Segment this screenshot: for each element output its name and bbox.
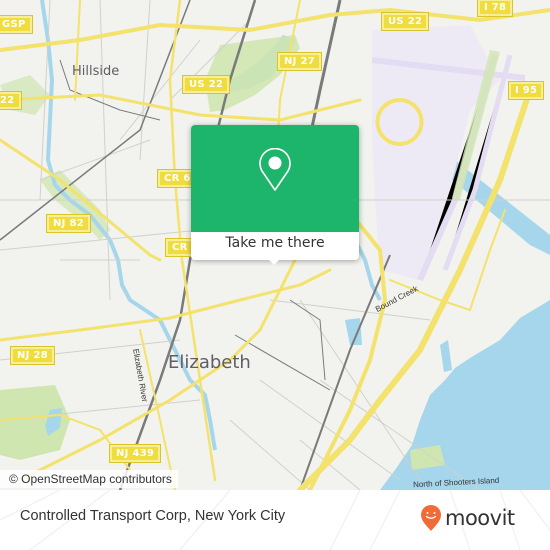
moovit-pin-icon: [421, 505, 441, 531]
shield-i78: I 78: [476, 0, 514, 17]
popup-pointer: [267, 258, 281, 265]
map[interactable]: GSP 22 US 22 NJ 27 US 22 I 78 I 95 CR 6 …: [0, 0, 550, 490]
place-label-elizabeth: Elizabeth: [168, 352, 251, 373]
shield-cr: CR: [165, 238, 195, 257]
popup-header: [191, 125, 359, 232]
shield-nj82: NJ 82: [46, 214, 91, 233]
shield-nj439: NJ 439: [108, 444, 162, 463]
map-attribution: © OpenStreetMap contributors: [0, 470, 178, 488]
shield-nj27: NJ 27: [277, 52, 322, 71]
take-me-there-button[interactable]: Take me there: [191, 232, 359, 260]
place-label-hillside: Hillside: [72, 64, 120, 79]
shield-i95: I 95: [507, 81, 545, 100]
footer: Controlled Transport Corp, New York City…: [0, 490, 550, 550]
moovit-logo[interactable]: moovit: [420, 504, 515, 532]
place-title: Controlled Transport Corp, New York City: [20, 508, 286, 524]
shield-nj28: NJ 28: [10, 346, 55, 365]
shield-us22-right: US 22: [380, 12, 430, 31]
shield-us22-mid: US 22: [181, 75, 231, 94]
location-popup: Take me there: [191, 125, 359, 265]
moovit-wordmark: moovit: [445, 506, 515, 530]
shield-us22-left: 22: [0, 91, 22, 110]
shield-gsp: GSP: [0, 15, 33, 34]
water-port-slip: [440, 340, 452, 372]
location-pin-icon: [257, 147, 293, 196]
water-newark-bay: [380, 300, 550, 490]
